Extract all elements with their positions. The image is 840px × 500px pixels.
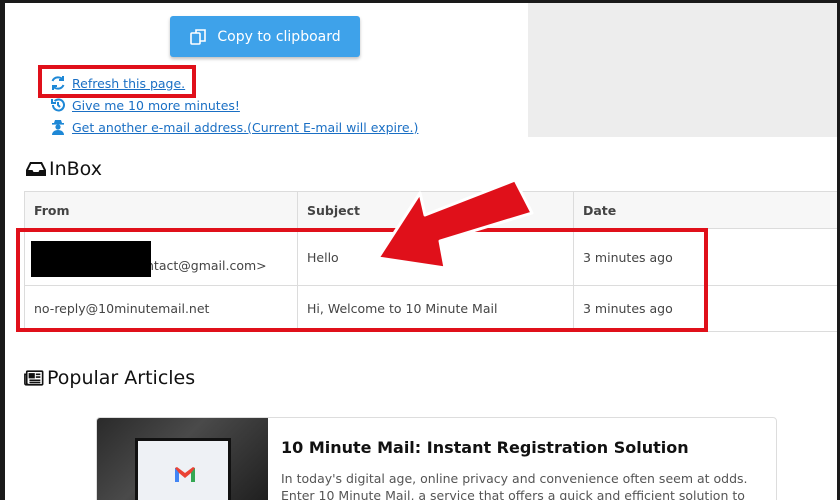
inbox-icon — [26, 162, 46, 176]
article-card[interactable]: 10 Minute Mail: Instant Registration Sol… — [96, 417, 777, 500]
column-header-from[interactable]: From — [24, 191, 298, 229]
new-email-link-label: Get another e-mail address.(Current E-ma… — [72, 119, 419, 135]
user-secret-icon — [52, 120, 64, 135]
copy-icon — [190, 28, 207, 45]
article-excerpt: In today's digital age, online privacy a… — [281, 471, 748, 500]
newspaper-icon — [24, 370, 44, 386]
inbox-header-row: From Subject Date — [24, 191, 840, 229]
laptop-illustration — [135, 438, 231, 500]
email-date: 3 minutes ago — [573, 228, 840, 286]
inbox-title: InBox — [49, 158, 102, 180]
article-title[interactable]: 10 Minute Mail: Instant Registration Sol… — [281, 438, 689, 457]
column-header-subject[interactable]: Subject — [297, 191, 574, 229]
popular-articles-title: Popular Articles — [47, 367, 196, 389]
popular-articles-heading: Popular Articles — [24, 367, 195, 389]
email-subject[interactable]: Hello — [297, 228, 574, 286]
column-header-date[interactable]: Date — [573, 191, 840, 229]
more-minutes-link-label: Give me 10 more minutes! — [72, 97, 240, 113]
email-date: 3 minutes ago — [573, 285, 840, 332]
inbox-heading: InBox — [26, 158, 102, 180]
action-links: Refresh this page. Give me 10 more minut… — [50, 72, 418, 138]
refresh-icon — [51, 76, 65, 90]
email-subject[interactable]: Hi, Welcome to 10 Minute Mail — [297, 285, 574, 332]
email-from[interactable]: no-reply@10minutemail.net — [24, 285, 298, 332]
refresh-link[interactable]: Refresh this page. — [50, 72, 418, 94]
article-thumbnail[interactable] — [97, 418, 268, 500]
table-row[interactable]: no-reply@10minutemail.net Hi, Welcome to… — [24, 285, 840, 332]
history-icon — [51, 98, 65, 112]
more-minutes-link[interactable]: Give me 10 more minutes! — [50, 94, 418, 116]
email-from: ntact@gmail.com> — [146, 258, 267, 273]
copy-to-clipboard-button[interactable]: Copy to clipboard — [170, 16, 360, 57]
copy-button-label: Copy to clipboard — [217, 28, 341, 45]
ad-placeholder — [528, 3, 837, 137]
gmail-logo-icon — [175, 467, 195, 482]
redaction-block — [31, 241, 151, 277]
refresh-link-label: Refresh this page. — [72, 75, 186, 91]
new-email-link[interactable]: Get another e-mail address.(Current E-ma… — [50, 116, 418, 138]
